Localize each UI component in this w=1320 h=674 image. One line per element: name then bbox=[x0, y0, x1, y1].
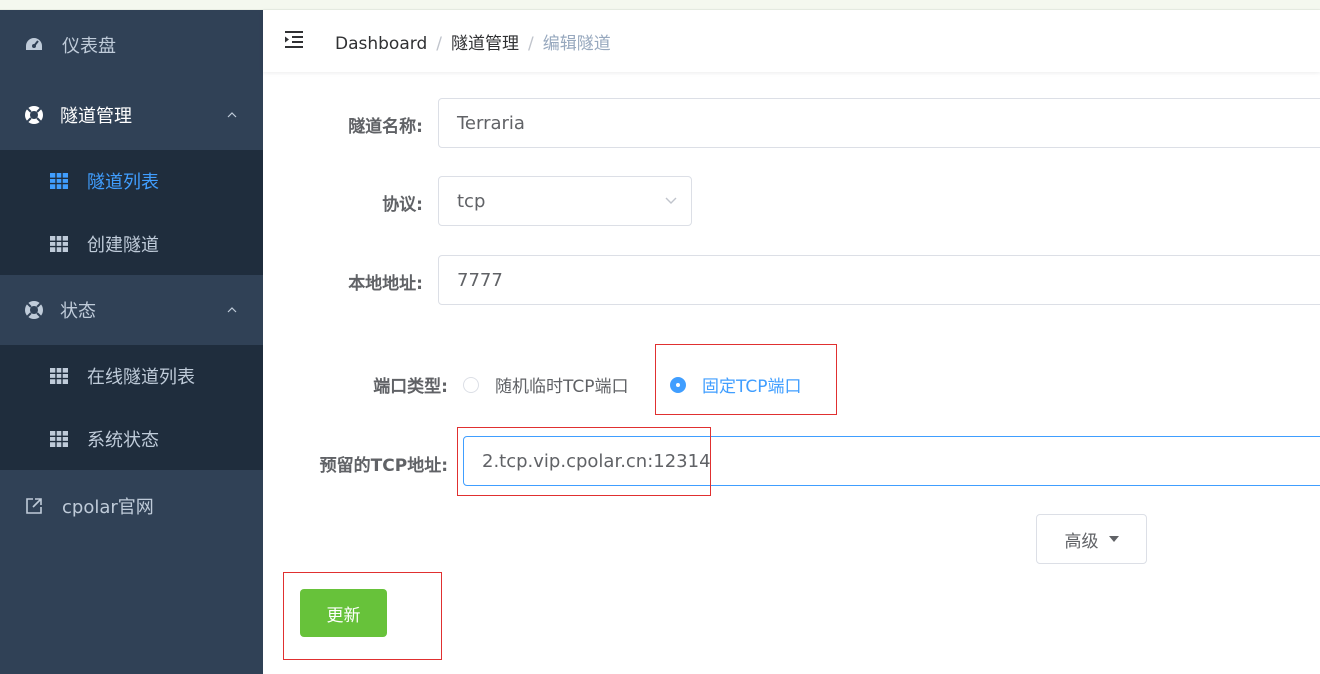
sidebar-item-cpolar-site[interactable]: cpolar官网 bbox=[0, 470, 263, 542]
chevron-up-icon bbox=[227, 307, 237, 313]
breadcrumb-item-edit-tunnel: 编辑隧道 bbox=[542, 34, 611, 54]
breadcrumb-item-tunnel-management[interactable]: 隧道管理 bbox=[451, 34, 519, 54]
sidebar-item-label: 状态 bbox=[60, 301, 96, 322]
table-icon bbox=[50, 431, 68, 447]
sidebar-item-label: 创建隧道 bbox=[87, 235, 159, 256]
table-icon bbox=[50, 173, 68, 189]
radio-label: 随机临时TCP端口 bbox=[495, 377, 629, 397]
caret-down-icon bbox=[1108, 536, 1119, 542]
breadcrumb-separator: / bbox=[436, 34, 442, 54]
dashboard-icon bbox=[24, 35, 44, 55]
sidebar-item-label: 隧道列表 bbox=[87, 172, 159, 193]
reserved-tcp-label: 预留的TCP地址: bbox=[319, 456, 448, 476]
protocol-label: 协议: bbox=[382, 195, 423, 215]
port-type-label: 端口类型: bbox=[373, 377, 448, 397]
browser-top-strip bbox=[0, 0, 1320, 10]
tunnel-name-label: 隧道名称: bbox=[348, 117, 423, 137]
breadcrumb-separator: / bbox=[527, 34, 534, 54]
submenu-tunnel-management: 隧道列表 创建隧道 bbox=[0, 150, 263, 275]
sidebar-item-label: 在线隧道列表 bbox=[87, 367, 195, 388]
radio-random-tcp-port[interactable]: 随机临时TCP端口 bbox=[463, 372, 629, 397]
sidebar-item-tunnel-management[interactable]: 隧道管理 bbox=[0, 80, 263, 150]
sidebar-item-label: 系统状态 bbox=[87, 430, 159, 451]
submenu-status: 在线隧道列表 系统状态 bbox=[0, 345, 263, 470]
local-address-value: 7777 bbox=[457, 269, 503, 291]
table-icon bbox=[50, 236, 68, 252]
highlight-box-fixed-port bbox=[655, 344, 837, 415]
hamburger-icon[interactable] bbox=[283, 29, 305, 51]
protocol-select[interactable]: tcp bbox=[438, 176, 692, 226]
highlight-box-reserved-tcp bbox=[457, 427, 711, 496]
sidebar-item-system-status[interactable]: 系统状态 bbox=[0, 408, 263, 470]
sidebar-item-dashboard[interactable]: 仪表盘 bbox=[0, 10, 263, 80]
tunnel-name-value: Terraria bbox=[457, 112, 525, 134]
sidebar-item-tunnel-list[interactable]: 隧道列表 bbox=[0, 150, 263, 212]
sidebar-item-label: 隧道管理 bbox=[60, 106, 132, 127]
sidebar: 仪表盘 隧道管理 隧道列表 创建隧道 状态 在线隧道列表 系统状态 cpolar… bbox=[0, 10, 263, 674]
lifebuoy-icon bbox=[24, 105, 44, 125]
breadcrumb: Dashboard / 隧道管理 / 编辑隧道 bbox=[335, 29, 611, 54]
sidebar-item-label: cpolar官网 bbox=[62, 497, 154, 518]
local-address-input[interactable]: 7777 bbox=[438, 255, 1320, 305]
sidebar-item-label: 仪表盘 bbox=[62, 36, 116, 57]
breadcrumb-item-dashboard[interactable]: Dashboard bbox=[335, 34, 427, 54]
highlight-box-update bbox=[283, 572, 442, 660]
navbar: Dashboard / 隧道管理 / 编辑隧道 bbox=[263, 10, 1320, 72]
local-address-label: 本地地址: bbox=[348, 274, 423, 294]
sidebar-item-status[interactable]: 状态 bbox=[0, 275, 263, 345]
main-content: Dashboard / 隧道管理 / 编辑隧道 隧道名称: Terraria 协议: t… bbox=[263, 10, 1320, 674]
sidebar-item-create-tunnel[interactable]: 创建隧道 bbox=[0, 213, 263, 275]
advanced-button[interactable]: 高级 bbox=[1036, 514, 1147, 564]
sidebar-item-online-tunnels[interactable]: 在线隧道列表 bbox=[0, 345, 263, 407]
external-link-icon bbox=[24, 496, 44, 516]
tunnel-name-input[interactable]: Terraria bbox=[438, 98, 1320, 148]
chevron-up-icon bbox=[227, 112, 237, 118]
chevron-down-icon bbox=[665, 197, 677, 204]
lifebuoy-icon bbox=[24, 300, 44, 320]
protocol-value: tcp bbox=[457, 190, 486, 212]
advanced-label: 高级 bbox=[1064, 531, 1099, 552]
radio-circle bbox=[463, 376, 479, 393]
table-icon bbox=[50, 368, 68, 384]
